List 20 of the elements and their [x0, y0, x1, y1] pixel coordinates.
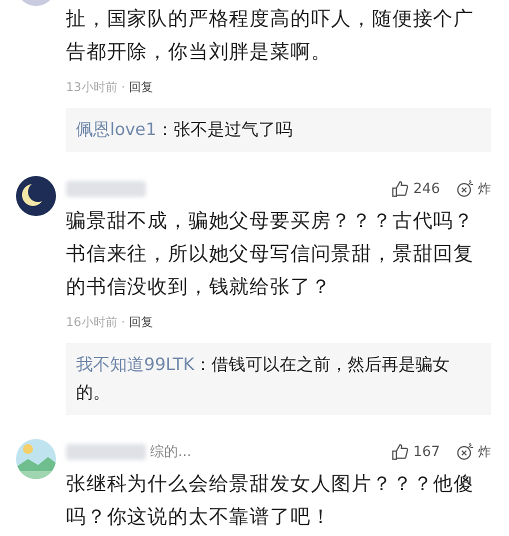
reply-link[interactable]: 回复 [129, 314, 154, 330]
reply-text: 佩恩love1：张不是过气了吗 [76, 119, 294, 142]
comment-text: 骗景甜不成，骗她父母要买房？？？古代吗？书信来往，所以她父母写信问景甜，景甜回复的书信没收到，钱就给张了？ [66, 208, 475, 300]
bomb-icon [456, 443, 474, 461]
like-button[interactable]: 246 [391, 180, 440, 198]
bomb-button[interactable]: 炸 [456, 443, 491, 461]
comment-text: 张继科为什么会给景甜发女人图片？？？他傻吗？你这说的太不靠谱了吧！ [66, 471, 475, 530]
timestamp: 16小时前 [66, 314, 118, 330]
separator-dot: · [121, 80, 126, 94]
like-button[interactable]: 167 [391, 443, 440, 461]
thumbs-up-icon [391, 443, 410, 461]
bomb-button[interactable]: 炸 [456, 180, 491, 198]
separator-dot: · [121, 315, 126, 329]
avatar[interactable] [16, 176, 56, 216]
timestamp: 13小时前 [66, 78, 118, 96]
reply-text: 我不知道99LTK：借钱可以在之前，然后再是骗女的。 [76, 354, 450, 405]
thumbs-up-icon [391, 180, 410, 198]
bomb-icon [456, 180, 474, 198]
comment-text: 扯，国家队的严格程度高的吓人，随便接个广告都开除，你当刘胖是菜啊。 [66, 6, 475, 65]
reply-link[interactable]: 回复 [129, 78, 154, 96]
